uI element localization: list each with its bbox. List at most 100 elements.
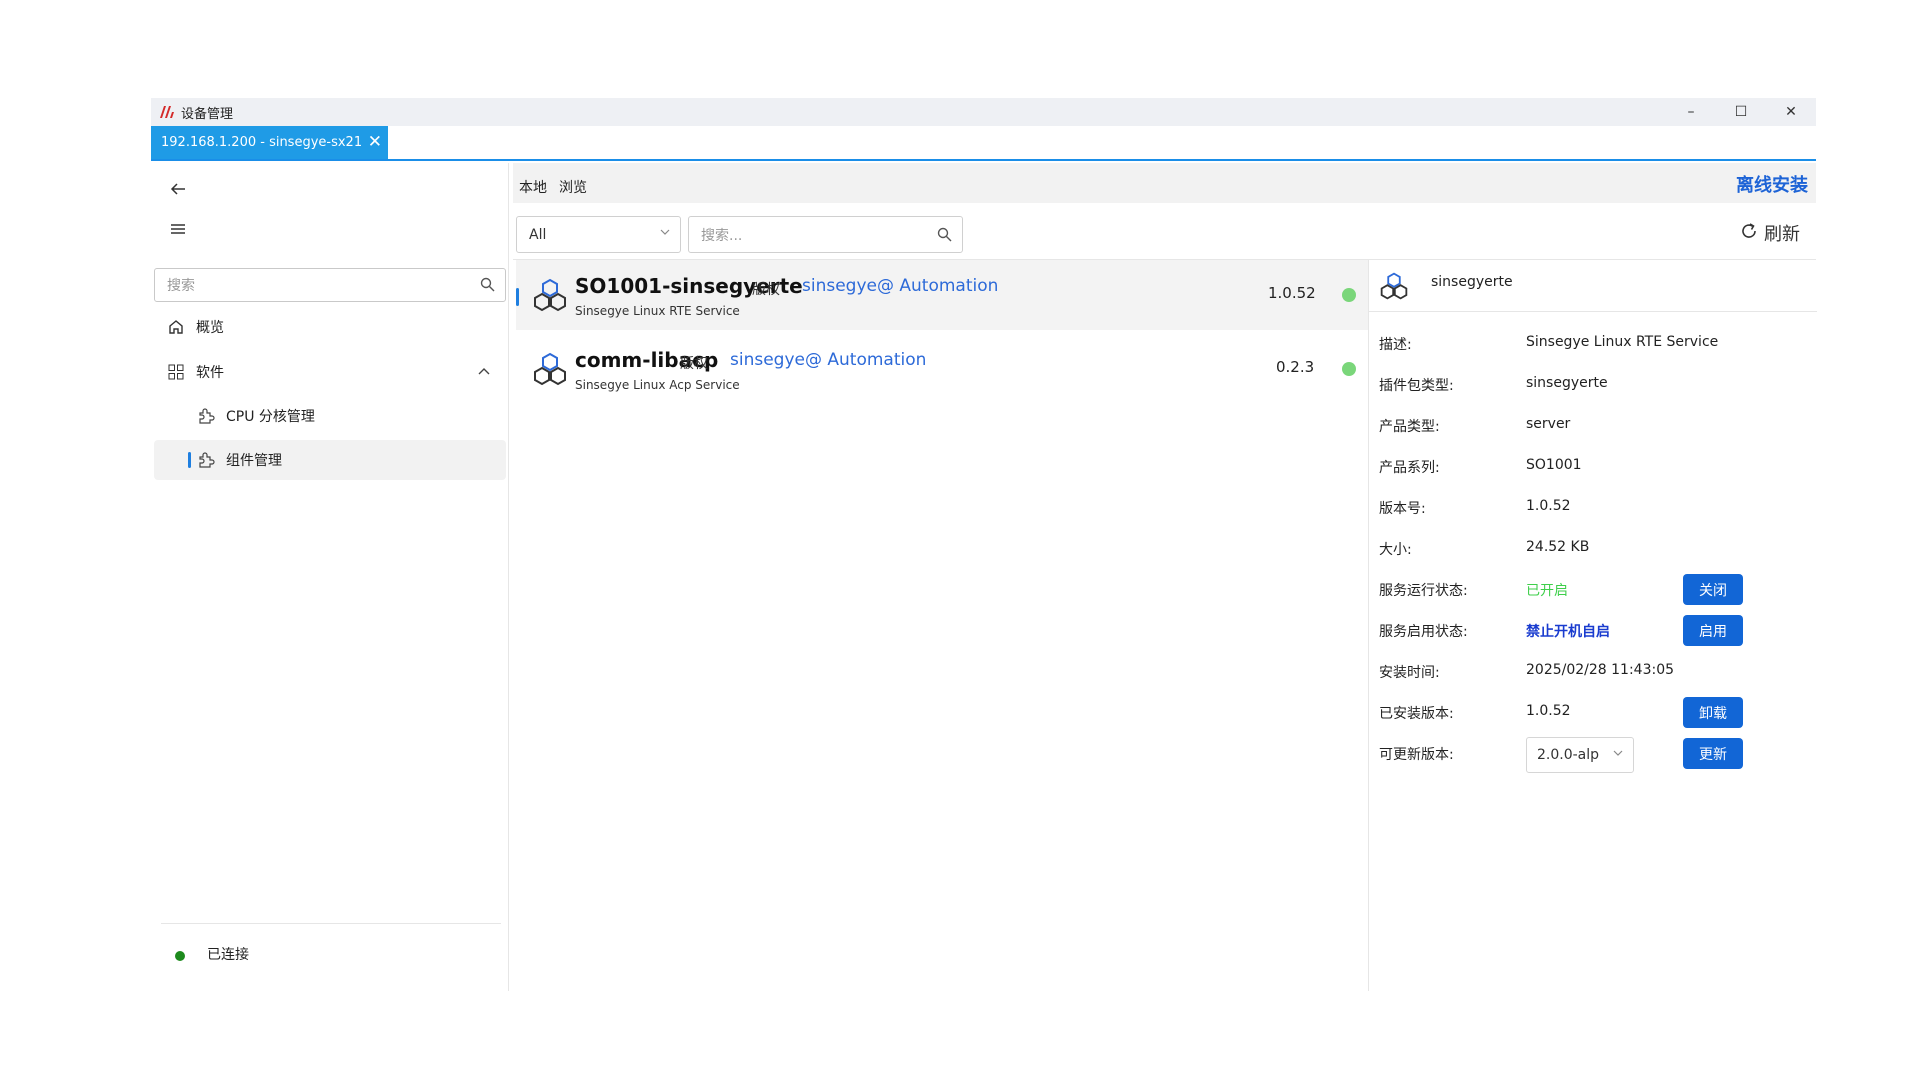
tab-browse[interactable]: 浏览 (559, 177, 587, 197)
subtab-bar: 本地 浏览 离线安装 (513, 163, 1816, 203)
maximize-button[interactable]: ☐ (1716, 98, 1766, 126)
detail-key: 大小: (1379, 542, 1412, 558)
enable-service-button[interactable]: 启用 (1683, 615, 1743, 646)
tab-local[interactable]: 本地 (519, 177, 547, 197)
detail-value: sinsegyerte (1526, 375, 1608, 391)
detail-value: server (1526, 416, 1571, 432)
package-description: Sinsegye Linux RTE Service (575, 304, 740, 318)
sidebar-item-software[interactable]: 软件 (154, 352, 506, 392)
status-dot-icon (175, 951, 185, 961)
detail-key: 产品系列: (1379, 460, 1440, 476)
refresh-icon (1740, 222, 1758, 245)
update-version-select[interactable]: 2.0.0-alp (1526, 737, 1634, 773)
search-icon[interactable] (937, 227, 952, 246)
window-controls: – ☐ ✕ (1666, 98, 1816, 126)
search-icon[interactable] (480, 277, 495, 296)
close-window-button[interactable]: ✕ (1766, 98, 1816, 126)
stop-service-button[interactable]: 关闭 (1683, 574, 1743, 605)
detail-header: sinsegyerte (1369, 260, 1817, 312)
detail-value: 1.0.52 (1526, 498, 1571, 514)
back-arrow-icon[interactable] (165, 176, 191, 202)
detail-value: 24.52 KB (1526, 539, 1590, 555)
detail-key: 安装时间: (1379, 665, 1440, 681)
detail-row-update-version: 可更新版本: 2.0.0-alp 更新 (1379, 737, 1809, 773)
home-icon (166, 317, 186, 337)
detail-key: 版本号: (1379, 501, 1426, 517)
package-cubes-icon (1379, 272, 1409, 304)
sidebar-item-label: 组件管理 (226, 453, 282, 469)
apps-grid-icon (166, 362, 186, 382)
run-state-value: 已开启 (1526, 583, 1568, 599)
detail-row-installed-version: 已安装版本: 1.0.52 卸载 (1379, 697, 1809, 728)
package-detail-panel: sinsegyerte 描述: Sinsegye Linux RTE Servi… (1368, 259, 1817, 991)
package-author-link[interactable]: sinsegye@ Automation (730, 350, 926, 370)
chevron-down-icon (660, 227, 670, 238)
package-version: 1.0.52 (1268, 284, 1316, 302)
package-row[interactable]: comm-libacp 版权 sinsegye@ Automation Sins… (516, 334, 1368, 404)
detail-row-version: 版本号: 1.0.52 (1379, 492, 1809, 520)
sidebar-search-placeholder: 搜索 (167, 278, 195, 294)
filter-select[interactable]: All (516, 216, 681, 253)
title-bar: 设备管理 – ☐ ✕ (151, 98, 1816, 126)
app-logo-icon (159, 105, 175, 119)
main-panel: 本地 浏览 离线安装 All 搜索... 刷新 SO1001-sinsegyer… (513, 163, 1817, 991)
window-title: 设备管理 (181, 106, 234, 122)
status-dot-icon (1342, 288, 1356, 302)
sidebar-item-components[interactable]: 组件管理 (154, 440, 506, 480)
filter-value: All (529, 226, 547, 243)
connection-status-label: 已连接 (207, 947, 249, 963)
detail-row-install-time: 安装时间: 2025/02/28 11:43:05 (1379, 656, 1809, 684)
close-tab-icon[interactable]: ✕ (368, 133, 382, 151)
update-button[interactable]: 更新 (1683, 738, 1743, 769)
detail-key: 插件包类型: (1379, 378, 1454, 394)
update-version-value: 2.0.0-alp (1537, 747, 1600, 763)
detail-name: sinsegyerte (1431, 274, 1513, 290)
package-list: SO1001-sinsegyerte 版权 sinsegye@ Automati… (513, 259, 1368, 991)
hamburger-menu-icon[interactable] (165, 216, 191, 242)
package-search-placeholder: 搜索... (701, 227, 743, 244)
detail-key: 服务启用状态: (1379, 624, 1468, 640)
sidebar-item-label: 概览 (196, 320, 224, 336)
refresh-label: 刷新 (1764, 224, 1800, 245)
package-search-input[interactable]: 搜索... (688, 216, 963, 253)
detail-row-enable-state: 服务启用状态: 禁止开机自启 启用 (1379, 615, 1809, 646)
app-window: 设备管理 – ☐ ✕ 192.168.1.200 - sinsegye-sx21… (151, 98, 1817, 991)
chevron-down-icon (1613, 748, 1623, 759)
detail-key: 描述: (1379, 337, 1412, 353)
connection-tab-label: 192.168.1.200 - sinsegye-sx21 (161, 135, 363, 150)
sidebar-item-overview[interactable]: 概览 (154, 307, 506, 347)
sidebar-item-label: CPU 分核管理 (226, 409, 315, 425)
detail-key: 服务运行状态: (1379, 583, 1468, 599)
detail-value: 2025/02/28 11:43:05 (1526, 662, 1675, 678)
package-copyright: 版权 (680, 356, 708, 372)
offline-install-button[interactable]: 离线安装 (1736, 171, 1808, 197)
connection-status: 已连接 (161, 923, 501, 963)
detail-row-product-series: 产品系列: SO1001 (1379, 451, 1809, 479)
uninstall-button[interactable]: 卸载 (1683, 697, 1743, 728)
package-author-link[interactable]: sinsegye@ Automation (802, 276, 998, 296)
package-cubes-icon (532, 352, 568, 390)
detail-value: Sinsegye Linux RTE Service (1526, 334, 1719, 350)
sidebar: 搜索 概览 软件 CPU 分核管理 组件管理 已连接 (151, 163, 509, 991)
minimize-button[interactable]: – (1666, 98, 1716, 126)
package-copyright: 版权 (752, 282, 780, 298)
detail-value: SO1001 (1526, 457, 1582, 473)
refresh-button[interactable]: 刷新 (1740, 220, 1800, 246)
status-dot-icon (1342, 362, 1356, 376)
package-row[interactable]: SO1001-sinsegyerte 版权 sinsegye@ Automati… (516, 260, 1368, 330)
detail-row-run-state: 服务运行状态: 已开启 关闭 (1379, 574, 1809, 605)
sidebar-search-input[interactable]: 搜索 (154, 268, 506, 302)
connection-tab-strip: 192.168.1.200 - sinsegye-sx21 ✕ (151, 126, 1816, 161)
chevron-up-icon[interactable] (478, 364, 490, 378)
package-cubes-icon (532, 278, 568, 316)
detail-value: 1.0.52 (1526, 703, 1571, 719)
detail-row-desc: 描述: Sinsegye Linux RTE Service (1379, 328, 1809, 356)
package-description: Sinsegye Linux Acp Service (575, 378, 740, 392)
puzzle-icon (196, 450, 216, 470)
detail-row-size: 大小: 24.52 KB (1379, 533, 1809, 561)
sidebar-item-cpu-core[interactable]: CPU 分核管理 (154, 396, 506, 436)
detail-key: 已安装版本: (1379, 706, 1454, 722)
active-indicator (188, 452, 191, 468)
detail-key: 可更新版本: (1379, 747, 1454, 763)
connection-tab[interactable]: 192.168.1.200 - sinsegye-sx21 ✕ (151, 126, 388, 159)
